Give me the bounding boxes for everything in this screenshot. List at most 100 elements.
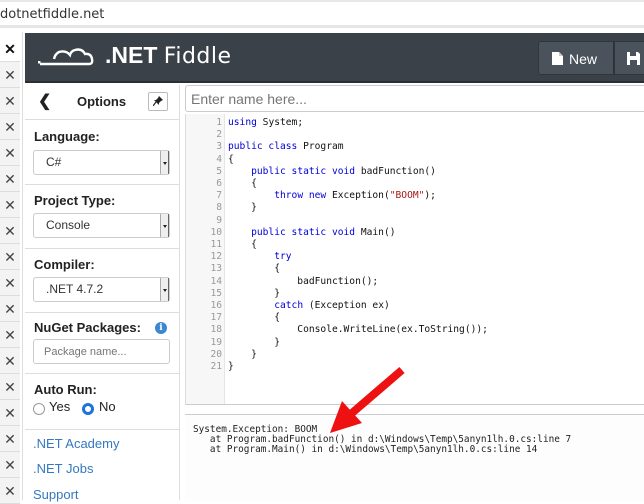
code-line[interactable]: }	[228, 349, 257, 361]
line-number: 5	[216, 165, 222, 177]
code-line[interactable]: public static void Main()	[228, 226, 395, 239]
line-number: 4	[216, 153, 222, 165]
chevron-down-icon	[160, 278, 169, 301]
options-title: Options	[77, 94, 127, 109]
code-text: }	[228, 361, 234, 372]
tab-close-button[interactable]: ✕	[0, 192, 20, 218]
compiler-value: .NET 4.7.2	[46, 282, 104, 296]
new-button[interactable]: New	[538, 41, 614, 75]
tab-close-button[interactable]: ✕	[0, 270, 20, 296]
language-value: C#	[46, 155, 62, 169]
line-number: 16	[210, 300, 222, 311]
tab-close-button[interactable]: ✕	[0, 36, 20, 62]
tab-close-button[interactable]: ✕	[0, 322, 20, 348]
code-line[interactable]: {	[228, 312, 280, 324]
brand-prefix: .NET	[105, 42, 158, 68]
auto-run-label: Auto Run:	[34, 382, 97, 397]
project-type-section: Project Type: Console	[25, 185, 179, 249]
line-number: 18	[210, 324, 222, 336]
code-line[interactable]: catch (Exception ex)	[228, 300, 390, 312]
code-line[interactable]: {	[228, 154, 234, 166]
tab-close-button[interactable]: ✕	[0, 478, 20, 504]
code-keyword: using	[228, 117, 257, 128]
chevron-down-icon	[160, 151, 169, 174]
project-type-select[interactable]: Console	[33, 213, 170, 238]
line-number: 11	[210, 239, 222, 250]
auto-run-yes-label[interactable]: Yes	[49, 399, 70, 414]
code-line[interactable]: try	[228, 251, 291, 263]
code-line[interactable]: using System;	[228, 117, 303, 129]
line-number: 7	[216, 190, 222, 202]
cloud-logo-icon[interactable]	[37, 47, 95, 67]
tab-close-button[interactable]: ✕	[0, 452, 20, 478]
info-icon[interactable]: i	[155, 322, 167, 334]
brand-title[interactable]: .NET Fiddle	[105, 42, 232, 69]
code-text: {	[228, 153, 234, 165]
code-line[interactable]: {	[228, 263, 280, 275]
tab-close-button[interactable]: ✕	[0, 140, 20, 166]
code-line[interactable]: Console.WriteLine(ex.ToString());	[228, 324, 488, 336]
url-text[interactable]: dotnetfiddle.net	[0, 7, 104, 22]
line-number: 15	[210, 287, 222, 299]
auto-run-no-label[interactable]: No	[99, 399, 116, 414]
code-text: (Exception ex)	[303, 300, 390, 311]
line-number: 6	[216, 178, 222, 189]
code-keyword: public static void	[251, 165, 356, 177]
code-text: }	[228, 287, 280, 299]
code-keyword: catch	[274, 300, 304, 311]
code-line[interactable]: badFunction();	[228, 276, 378, 288]
code-line[interactable]: throw new Exception("BOOM");	[228, 190, 436, 202]
line-number: 3	[216, 141, 222, 153]
tab-close-button[interactable]: ✕	[0, 426, 20, 452]
code-text: );	[424, 190, 436, 202]
tab-close-button[interactable]: ✕	[0, 114, 20, 140]
collapse-options-button[interactable]: ❮	[38, 91, 51, 111]
tab-close-button[interactable]: ✕	[0, 244, 20, 270]
compiler-select[interactable]: .NET 4.7.2	[33, 277, 170, 302]
auto-run-yes-radio[interactable]	[33, 403, 45, 415]
project-type-label: Project Type:	[34, 193, 116, 208]
tab-close-button[interactable]: ✕	[0, 218, 20, 244]
browser-url-bar[interactable]: dotnetfiddle.net	[0, 0, 644, 28]
code-text: {	[228, 263, 280, 275]
code-line[interactable]: {	[228, 178, 257, 190]
code-text: Exception(	[326, 190, 390, 202]
top-navbar: .NET Fiddle New	[25, 33, 644, 83]
language-label: Language:	[34, 129, 100, 144]
nuget-package-input[interactable]	[33, 339, 170, 364]
save-button[interactable]	[614, 41, 644, 75]
tab-close-button[interactable]: ✕	[0, 62, 20, 88]
pin-icon	[152, 96, 163, 107]
nuget-section: NuGet Packages: i	[25, 313, 179, 374]
line-number: 1	[216, 117, 222, 128]
tab-close-button[interactable]: ✕	[0, 348, 20, 374]
code-line[interactable]: }	[228, 337, 280, 349]
code-line[interactable]: public class Program	[228, 141, 344, 153]
output-line: at Program.Main() in d:\Windows\Temp\5an…	[193, 444, 538, 455]
tab-close-button[interactable]: ✕	[0, 296, 20, 322]
tab-close-button[interactable]: ✕	[0, 374, 20, 400]
code-line[interactable]: }	[228, 202, 257, 214]
code-line[interactable]: }	[228, 361, 234, 373]
line-number: 10	[210, 226, 222, 238]
save-icon	[627, 52, 640, 65]
code-text: }	[228, 202, 257, 214]
code-text: Console.WriteLine(ex.ToString());	[228, 324, 488, 336]
code-line[interactable]: public static void badFunction()	[228, 166, 436, 178]
code-keyword: public static void	[251, 226, 356, 238]
line-number: 14	[210, 275, 222, 287]
tab-close-button[interactable]: ✕	[0, 166, 20, 192]
pin-options-button[interactable]	[148, 92, 168, 111]
tab-close-button[interactable]: ✕	[0, 400, 20, 426]
code-editor[interactable]: 1 using System; 2 3 public class Program 4{5 …	[185, 114, 644, 405]
code-line[interactable]: {	[228, 239, 257, 251]
fiddle-name-input[interactable]	[185, 85, 644, 112]
link-net-academy[interactable]: .NET Academy	[33, 436, 119, 451]
link-net-jobs[interactable]: .NET Jobs	[33, 461, 93, 476]
auto-run-no-radio[interactable]	[82, 403, 94, 415]
code-line[interactable]: }	[228, 288, 280, 300]
tab-close-button[interactable]: ✕	[0, 88, 20, 114]
line-number: 9	[216, 214, 222, 226]
language-select[interactable]: C#	[33, 150, 170, 175]
file-icon	[552, 52, 563, 65]
